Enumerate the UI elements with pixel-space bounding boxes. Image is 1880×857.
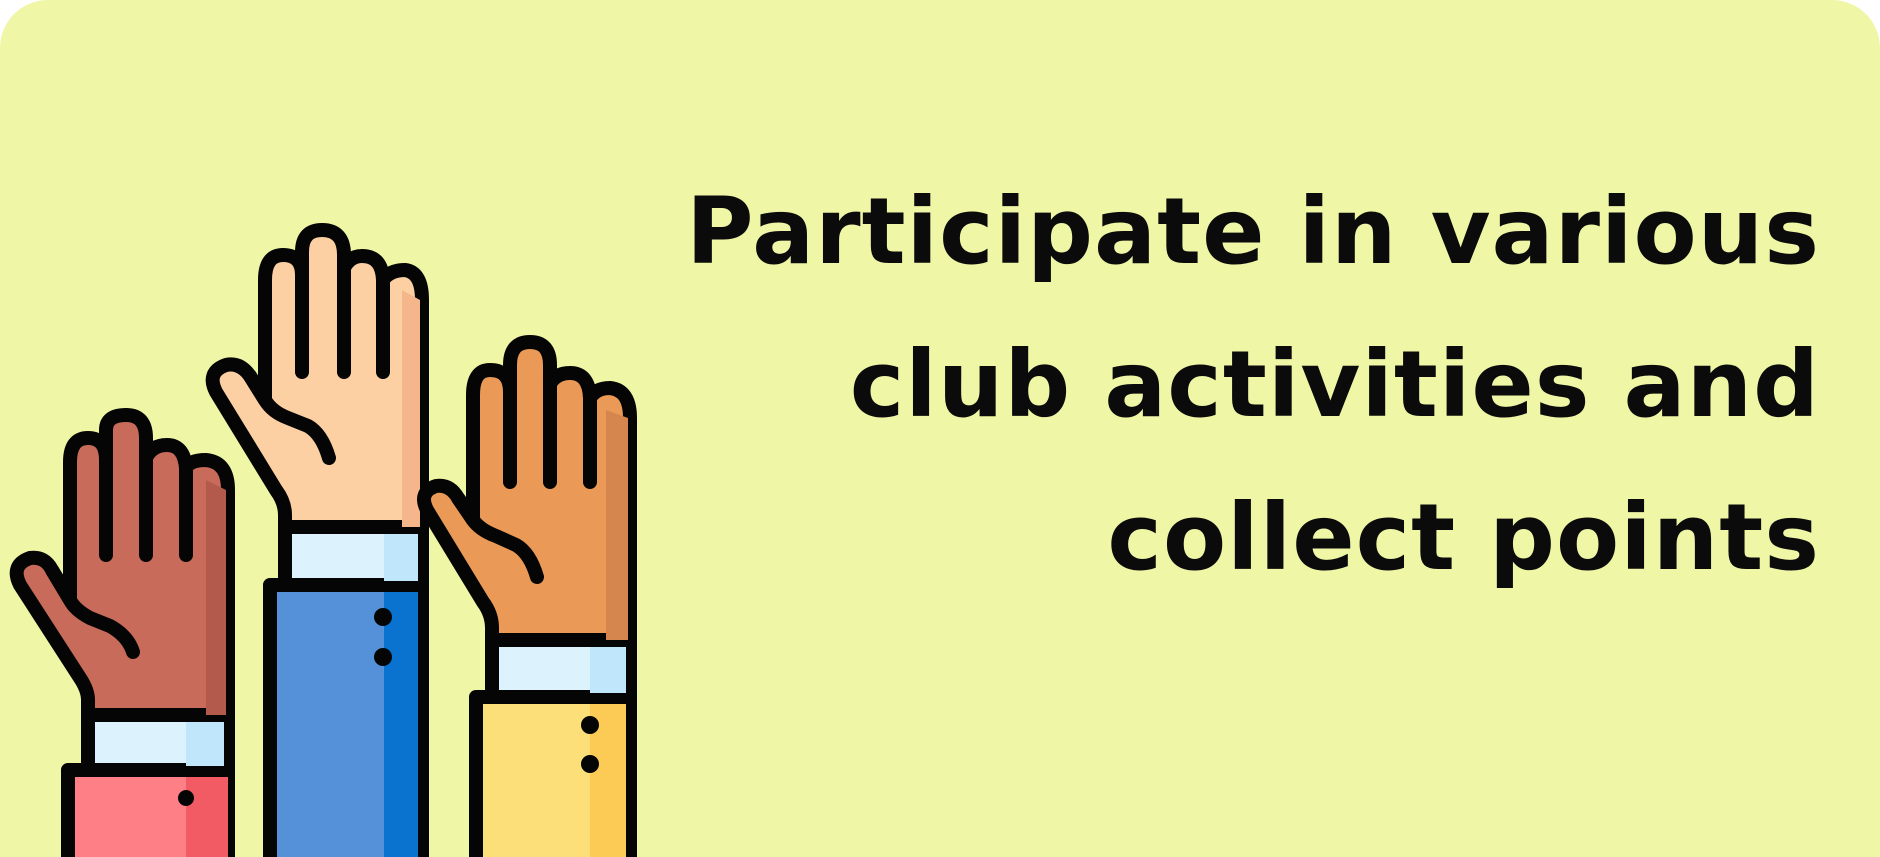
headline: Participate in various club activities a… xyxy=(640,155,1820,614)
banner-card: Participate in various club activities a… xyxy=(0,0,1880,857)
headline-line-3: collect points xyxy=(1107,484,1820,591)
center-raised-hand xyxy=(205,223,429,857)
left-raised-hand xyxy=(9,408,235,857)
headline-line-2: club activities and xyxy=(849,331,1820,438)
right-raised-hand xyxy=(417,335,637,857)
raised-hands-icon xyxy=(9,223,637,857)
headline-line-1: Participate in various xyxy=(686,178,1820,285)
